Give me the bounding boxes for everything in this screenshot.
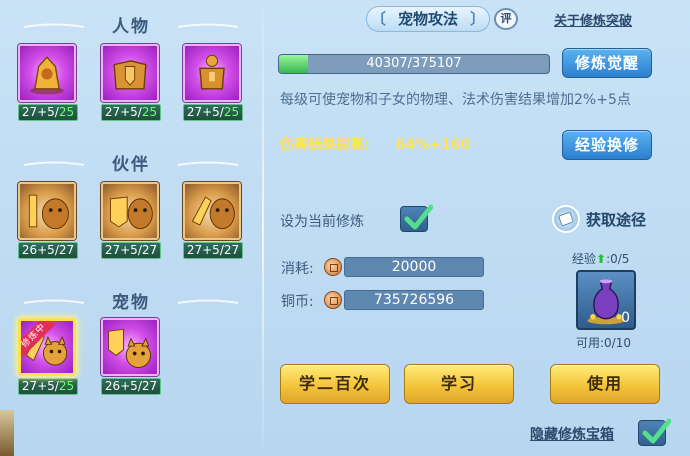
use-button[interactable]: 使用	[550, 364, 660, 404]
skill-card-partner-claw[interactable]: 27+5/27	[183, 182, 243, 259]
skill-level: 27+5/27	[101, 242, 161, 259]
skill-description: 每级可使宠物和子女的物理、法术伤害结果增加2%+5点	[280, 92, 631, 108]
character-crest-icon	[18, 44, 76, 102]
cost-label: 消耗:	[281, 261, 314, 277]
section-title-text: 宠物	[112, 293, 150, 313]
learn-200-button[interactable]: 学二百次	[280, 364, 390, 404]
skill-card-partner-attack[interactable]: 26+5/27	[18, 182, 78, 259]
chest-count: 0	[621, 310, 630, 326]
checkmark-icon	[404, 204, 433, 230]
training-chest-slot[interactable]: 0	[576, 270, 636, 330]
partner-shield-beast-icon	[101, 182, 159, 240]
arrow-up-icon: ⬆	[596, 252, 607, 266]
title-ornament-right-icon	[178, 299, 238, 304]
pet-attack-cat-icon: 修炼中	[18, 318, 76, 376]
effect-label: 伤害结果提高:	[280, 137, 370, 153]
skill-card-character-attack[interactable]: 27+5/25	[18, 44, 78, 121]
exp-text: 经验	[572, 252, 597, 266]
character-shield-armor-icon	[101, 44, 159, 102]
skill-level: 27+5/25	[101, 104, 161, 121]
set-current-label: 设为当前修炼	[280, 214, 364, 230]
usable-count: 可用:0/10	[576, 336, 631, 350]
skill-level: 26+5/27	[18, 242, 78, 259]
skill-category-panel: 人物 27+5/25 27+5/25 27+5/25 伙伴 26+5/27 27…	[0, 0, 262, 456]
chest-experience-label: 经验⬆:0/5	[572, 250, 629, 267]
skill-level: 27+5/25	[18, 378, 78, 395]
progress-text: 40307/375107	[366, 56, 462, 71]
copper-label: 铜币:	[281, 294, 314, 310]
corner-decoration	[0, 410, 14, 456]
section-title-character: 人物	[0, 12, 262, 37]
pet-defense-cat-icon	[101, 318, 159, 376]
coin-icon	[324, 258, 342, 276]
effect-line: 伤害结果提高: 64%+160	[280, 134, 470, 154]
checkmark-icon	[642, 418, 671, 444]
skill-level: 27+5/25	[18, 104, 78, 121]
cultivation-window: 人物 27+5/25 27+5/25 27+5/25 伙伴 26+5/27 27…	[0, 0, 690, 456]
set-current-checkbox[interactable]	[400, 204, 433, 232]
skill-level: 26+5/27	[101, 378, 161, 395]
skill-card-character-defense[interactable]: 27+5/25	[101, 44, 161, 121]
exp-value: :0/5	[606, 252, 630, 266]
title-ornament-left-icon	[24, 299, 84, 304]
skill-card-pet-attack[interactable]: 修炼中 27+5/25	[18, 318, 78, 395]
experience-progress-bar: 40307/375107	[278, 54, 550, 74]
title-ornament-left-icon	[24, 161, 84, 166]
panel-divider	[262, 8, 264, 448]
skill-card-character-armor[interactable]: 27+5/25	[183, 44, 243, 121]
scroll-icon	[552, 205, 580, 233]
title-ornament-right-icon	[178, 161, 238, 166]
section-title-text: 伙伴	[112, 155, 150, 175]
hide-chest-label: 隐藏修炼宝箱	[530, 427, 614, 443]
skill-title: 宠物攻法	[366, 6, 490, 32]
effect-value: 64%+160	[395, 137, 471, 153]
character-armor-icon	[183, 44, 241, 102]
skill-card-partner-defense[interactable]: 27+5/27	[101, 182, 161, 259]
hide-chest-checkbox[interactable]	[638, 418, 671, 446]
skill-level: 27+5/25	[183, 104, 243, 121]
section-title-partner: 伙伴	[0, 150, 262, 175]
partner-claw-beast-icon	[183, 182, 241, 240]
rate-button[interactable]: 评	[494, 8, 518, 30]
skill-card-pet-defense[interactable]: 26+5/27	[101, 318, 161, 395]
partner-sword-beast-icon	[18, 182, 76, 240]
get-path-label: 获取途径	[586, 211, 647, 229]
learn-button[interactable]: 学习	[404, 364, 514, 404]
title-ornament-left-icon	[24, 23, 84, 28]
section-title-text: 人物	[112, 17, 150, 37]
section-title-pet: 宠物	[0, 288, 262, 313]
exchange-experience-button[interactable]: 经验换修	[562, 130, 652, 160]
title-ornament-right-icon	[178, 23, 238, 28]
coin-icon	[324, 291, 342, 309]
awaken-button[interactable]: 修炼觉醒	[562, 48, 652, 78]
cost-value: 20000	[344, 257, 484, 277]
breakthrough-info-link[interactable]: 关于修炼突破	[554, 10, 632, 29]
copper-value: 735726596	[344, 290, 484, 310]
skill-level: 27+5/27	[183, 242, 243, 259]
